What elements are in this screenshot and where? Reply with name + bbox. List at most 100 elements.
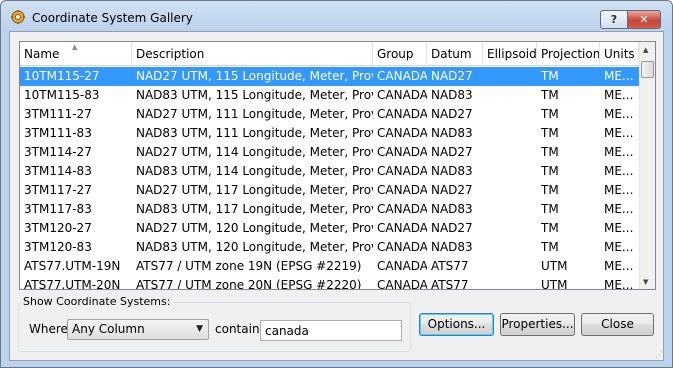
- cell-datum: NAD83: [431, 202, 473, 216]
- cell-ellipsoid: [483, 143, 537, 162]
- window-close-button[interactable]: ✕: [627, 10, 661, 29]
- cell-group: CANADA: [377, 278, 427, 290]
- cell-units: ME...: [604, 202, 634, 216]
- resize-grip-icon[interactable]: ⋰: [655, 350, 664, 359]
- column-header-datum[interactable]: Datum: [427, 42, 483, 66]
- cell-ellipsoid: [483, 181, 537, 200]
- vertical-scrollbar[interactable]: ▲ ▼: [639, 42, 655, 289]
- cell-description: NAD83 UTM, 120 Longitude, Meter, Provin.…: [136, 240, 373, 254]
- cell-units: ME...: [604, 126, 634, 140]
- table-row[interactable]: 3TM117-83 NAD83 UTM, 117 Longitude, Meter…: [20, 200, 639, 219]
- cell-projection: TM: [541, 69, 559, 83]
- filter-group-legend: Show Coordinate Systems:: [20, 295, 174, 308]
- cell-group: CANADA: [377, 126, 427, 140]
- cell-description: NAD27 UTM, 114 Longitude, Meter, Provin.…: [136, 145, 373, 159]
- cell-units: ME...: [604, 183, 634, 197]
- cell-description: NAD83 UTM, 114 Longitude, Meter, Provin.…: [136, 164, 373, 178]
- column-header-units[interactable]: Units: [600, 42, 639, 66]
- cell-name: 3TM117-27: [24, 183, 92, 197]
- title-bar[interactable]: Coordinate System Gallery ? ✕: [1, 1, 672, 31]
- cell-datum: NAD83: [431, 164, 473, 178]
- table-row[interactable]: 3TM120-83 NAD83 UTM, 120 Longitude, Meter…: [20, 238, 639, 257]
- cell-units: ME...: [604, 69, 634, 83]
- cell-units: ME...: [604, 221, 634, 235]
- cell-datum: NAD27: [431, 69, 473, 83]
- table-row[interactable]: 3TM117-27 NAD27 UTM, 117 Longitude, Meter…: [20, 181, 639, 200]
- cell-name: 3TM111-27: [24, 107, 92, 121]
- cell-datum: NAD83: [431, 88, 473, 102]
- column-header-group[interactable]: Group: [373, 42, 427, 66]
- cell-projection: TM: [541, 183, 559, 197]
- cell-projection: UTM: [541, 278, 568, 290]
- options-button[interactable]: Options...: [419, 313, 494, 336]
- cell-group: CANADA: [377, 164, 427, 178]
- where-column-dropdown[interactable]: Any Column ▼: [67, 319, 209, 340]
- cell-units: ME...: [604, 145, 634, 159]
- cell-group: CANADA: [377, 183, 427, 197]
- column-header-projection[interactable]: Projection: [537, 42, 600, 66]
- cell-datum: NAD83: [431, 240, 473, 254]
- cell-units: ME...: [604, 240, 634, 254]
- cell-projection: TM: [541, 202, 559, 216]
- table-row[interactable]: 3TM111-27 NAD27 UTM, 111 Longitude, Meter…: [20, 105, 639, 124]
- cell-ellipsoid: [483, 219, 537, 238]
- cell-group: CANADA: [377, 240, 427, 254]
- contains-label: contains: [215, 322, 266, 336]
- cell-units: ME...: [604, 278, 634, 290]
- cell-name: 3TM120-27: [24, 221, 92, 235]
- cell-description: NAD83 UTM, 117 Longitude, Meter, Provin.…: [136, 202, 373, 216]
- cell-description: ATS77 / UTM zone 19N (EPSG #2219): [136, 259, 362, 273]
- window-title: Coordinate System Gallery: [32, 11, 193, 25]
- properties-button[interactable]: Properties...: [500, 313, 575, 336]
- cell-datum: NAD27: [431, 221, 473, 235]
- scroll-down-arrow-icon[interactable]: ▼: [643, 278, 648, 286]
- cell-description: NAD27 UTM, 117 Longitude, Meter, Provin.…: [136, 183, 373, 197]
- cell-ellipsoid: [483, 276, 537, 289]
- table-row[interactable]: 3TM114-83 NAD83 UTM, 114 Longitude, Meter…: [20, 162, 639, 181]
- column-header-description[interactable]: Description: [132, 42, 373, 66]
- cell-group: CANADA: [377, 259, 427, 273]
- cell-group: CANADA: [377, 107, 427, 121]
- close-button[interactable]: Close: [581, 313, 654, 336]
- where-label: Where: [29, 322, 68, 336]
- cell-ellipsoid: [483, 86, 537, 105]
- cell-description: NAD27 UTM, 115 Longitude, Meter, Provin.…: [136, 69, 373, 83]
- cell-description: NAD27 UTM, 120 Longitude, Meter, Provin.…: [136, 221, 373, 235]
- cell-datum: NAD83: [431, 126, 473, 140]
- cell-description: NAD83 UTM, 115 Longitude, Meter, Provin.…: [136, 88, 373, 102]
- cell-ellipsoid: [483, 124, 537, 143]
- cell-group: CANADA: [377, 88, 427, 102]
- cell-units: ME...: [604, 164, 634, 178]
- dialog-client-area: Name Description Group Datum Ellipsoid Projec…: [9, 31, 664, 361]
- chevron-down-icon: ▼: [196, 324, 203, 334]
- cell-group: CANADA: [377, 221, 427, 235]
- search-input[interactable]: [260, 320, 402, 341]
- dialog-window: Coordinate System Gallery ? ✕ Name Descri…: [0, 0, 673, 368]
- table-row[interactable]: 3TM114-27 NAD27 UTM, 114 Longitude, Meter…: [20, 143, 639, 162]
- scrollbar-thumb[interactable]: [641, 61, 654, 78]
- table-row[interactable]: 3TM111-83 NAD83 UTM, 111 Longitude, Meter…: [20, 124, 639, 143]
- cell-datum: NAD27: [431, 183, 473, 197]
- table-row[interactable]: ATS77.UTM-19N ATS77 / UTM zone 19N (EPSG …: [20, 257, 639, 276]
- cell-ellipsoid: [483, 257, 537, 276]
- cell-description: NAD83 UTM, 111 Longitude, Meter, Provin.…: [136, 126, 373, 140]
- table-row[interactable]: 10TM115-83 NAD83 UTM, 115 Longitude, Mete…: [20, 86, 639, 105]
- table-header: Name Description Group Datum Ellipsoid Projec…: [20, 42, 639, 66]
- cell-units: ME...: [604, 107, 634, 121]
- cell-name: 10TM115-27: [24, 69, 100, 83]
- table-row[interactable]: ATS77.UTM-20N ATS77 / UTM zone 20N (EPSG …: [20, 276, 639, 290]
- cell-name: 3TM111-83: [24, 126, 92, 140]
- column-header-ellipsoid[interactable]: Ellipsoid: [483, 42, 537, 66]
- table-row[interactable]: 10TM115-27 NAD27 UTM, 115 Longitude, Mete…: [20, 67, 639, 86]
- help-button[interactable]: ?: [600, 10, 628, 29]
- cell-name: 3TM117-83: [24, 202, 92, 216]
- cell-name: 10TM115-83: [24, 88, 100, 102]
- cell-group: CANADA: [377, 145, 427, 159]
- table-row[interactable]: 3TM120-27 NAD27 UTM, 120 Longitude, Meter…: [20, 219, 639, 238]
- cell-datum: NAD27: [431, 107, 473, 121]
- coordinate-system-table[interactable]: Name Description Group Datum Ellipsoid Projec…: [19, 41, 656, 290]
- cell-description: ATS77 / UTM zone 20N (EPSG #2220): [136, 278, 362, 290]
- cell-ellipsoid: [483, 105, 537, 124]
- scroll-up-arrow-icon[interactable]: ▲: [643, 46, 648, 54]
- cell-name: 3TM114-27: [24, 145, 92, 159]
